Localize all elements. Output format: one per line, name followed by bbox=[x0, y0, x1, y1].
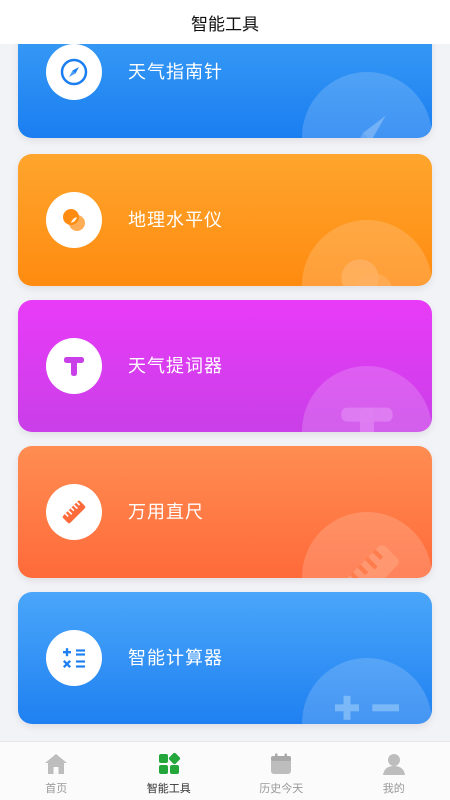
home-icon bbox=[45, 754, 68, 774]
tab-home[interactable]: 首页 bbox=[0, 742, 113, 800]
compass-icon bbox=[60, 58, 88, 86]
tab-tools[interactable]: 智能工具 bbox=[113, 742, 226, 800]
tool-label-calculator: 智能计算器 bbox=[128, 648, 223, 669]
tool-card-compass[interactable]: 天气指南针 bbox=[18, 44, 432, 138]
top-header: 智能工具 bbox=[0, 0, 450, 44]
bottom-tab-bar: 首页 智能工具 历史今天 我的 bbox=[0, 741, 450, 800]
tab-label-profile: 我的 bbox=[382, 782, 405, 795]
tool-label-compass: 天气指南针 bbox=[128, 62, 223, 83]
ruler-icon-badge bbox=[46, 484, 102, 540]
tools-icon bbox=[158, 752, 180, 774]
teleprompter-icon bbox=[64, 357, 84, 376]
tab-label-home: 首页 bbox=[45, 782, 68, 795]
tool-label-level: 地理水平仪 bbox=[128, 210, 223, 231]
calculator-watermark bbox=[302, 658, 432, 724]
compass-watermark-icon bbox=[360, 115, 386, 138]
tool-card-teleprompter[interactable]: 天气提词器 bbox=[18, 300, 432, 432]
tool-label-teleprompter: 天气提词器 bbox=[128, 356, 223, 377]
calculator-watermark-icon bbox=[335, 695, 399, 720]
teleprompter-icon-badge bbox=[46, 338, 102, 394]
tool-card-ruler[interactable]: 万用直尺 bbox=[18, 446, 432, 578]
level-icon bbox=[63, 209, 85, 231]
teleprompter-watermark bbox=[302, 366, 432, 432]
tool-card-level[interactable]: 地理水平仪 bbox=[18, 154, 432, 286]
level-icon-badge bbox=[46, 192, 102, 248]
calculator-icon-badge bbox=[46, 630, 102, 686]
tools-list: 天气指南针 地理水平仪 天气提词器 万用直尺 智能计算器 bbox=[0, 44, 450, 741]
tab-history[interactable]: 历史今天 bbox=[225, 742, 338, 800]
user-icon bbox=[382, 754, 405, 775]
tool-label-ruler: 万用直尺 bbox=[128, 502, 204, 523]
compass-watermark bbox=[302, 72, 432, 138]
tab-label-tools: 智能工具 bbox=[146, 782, 191, 795]
teleprompter-watermark-icon bbox=[341, 407, 393, 432]
calendar-icon bbox=[271, 753, 292, 774]
tab-label-history: 历史今天 bbox=[259, 782, 304, 795]
tool-card-calculator[interactable]: 智能计算器 bbox=[18, 592, 432, 724]
compass-icon-badge bbox=[46, 44, 102, 100]
ruler-watermark-icon bbox=[335, 545, 399, 578]
ruler-icon bbox=[62, 500, 86, 524]
ruler-watermark bbox=[302, 512, 432, 578]
level-watermark bbox=[302, 220, 432, 286]
tab-profile[interactable]: 我的 bbox=[338, 742, 450, 800]
calculator-icon bbox=[62, 648, 85, 669]
page-title: 智能工具 bbox=[191, 14, 259, 35]
level-watermark-icon bbox=[341, 259, 392, 286]
